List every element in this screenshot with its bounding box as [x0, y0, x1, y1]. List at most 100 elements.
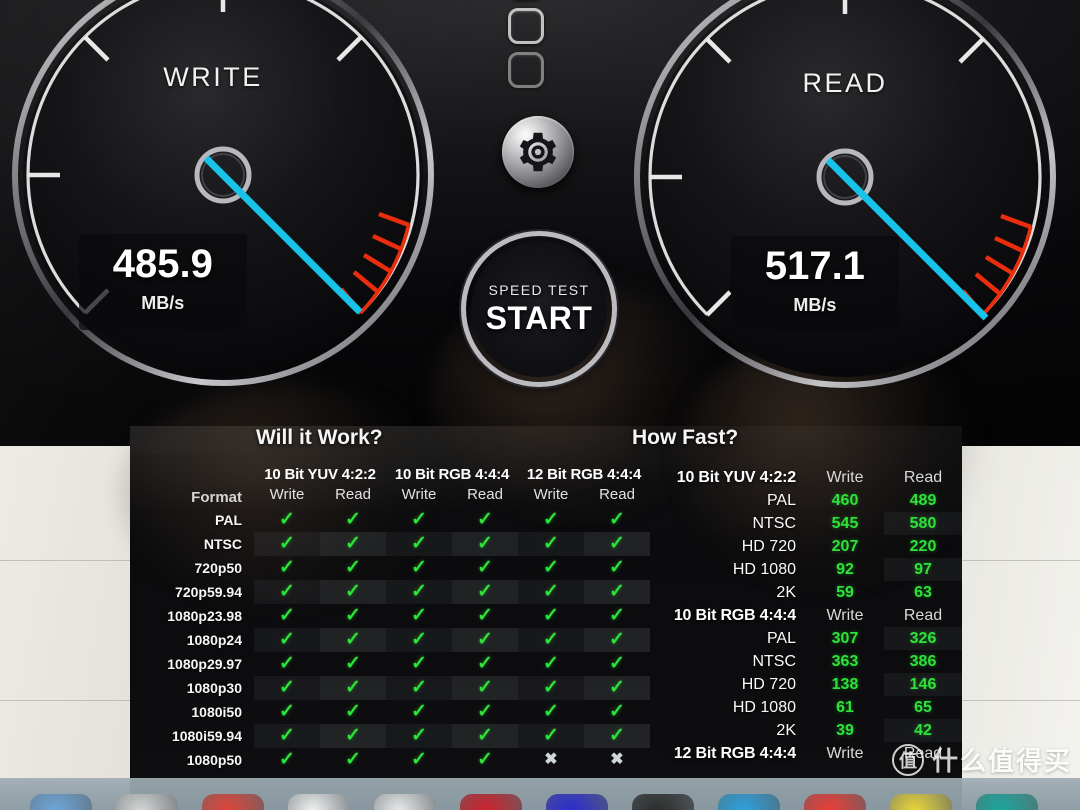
compatibility-table: 10 Bit YUV 4:2:2 10 Bit RGB 4:4:4 12 Bit…: [130, 466, 650, 772]
speeds-format-cell: NTSC: [752, 652, 796, 670]
dock-icon-launchpad[interactable]: [116, 794, 178, 810]
speeds-table-body: 10 Bit YUV 4:2:2 Write Read PAL 460 489 NTSC 54…: [650, 466, 962, 765]
speeds-write-value: 39: [836, 721, 854, 739]
settings-button[interactable]: [502, 116, 574, 188]
speeds-write-value: 61: [836, 698, 854, 716]
speeds-read-value: 580: [884, 512, 962, 535]
speeds-write-header: Write: [826, 744, 864, 762]
speeds-read-header: Read: [903, 468, 943, 486]
write-gauge-graphics: [12, 0, 434, 386]
write-gauge: WRITE 485.9 MB/s: [8, 0, 438, 390]
check-icon: ✓: [477, 509, 493, 530]
speeds-format-cell: NTSC: [752, 514, 796, 532]
start-speed-test-button[interactable]: SPEED TEST START: [466, 236, 612, 382]
check-icon: ✓: [477, 749, 493, 770]
speeds-write-value: 207: [831, 537, 859, 555]
table-row: 1080p24 ✓ ✓ ✓ ✓ ✓ ✓: [130, 628, 650, 652]
check-icon: ✓: [452, 532, 518, 556]
start-button-label: START: [485, 299, 593, 336]
dock-icon-finder[interactable]: [30, 794, 92, 810]
check-icon: ✓: [584, 676, 650, 700]
check-icon: ✓: [477, 605, 493, 626]
check-icon: ✓: [386, 580, 452, 604]
speeds-write-value: 307: [831, 629, 859, 647]
speeds-read-value: 146: [884, 673, 962, 696]
check-icon: ✓: [254, 724, 320, 748]
table-row: HD 1080 92 97: [650, 558, 962, 581]
check-icon: ✓: [584, 628, 650, 652]
macos-dock[interactable]: [0, 778, 1080, 810]
start-button-sublabel: SPEED TEST: [488, 281, 590, 298]
check-icon: ✓: [609, 557, 625, 578]
table-row: HD 1080 61 65: [650, 696, 962, 719]
dock-icon-facetime[interactable]: [632, 794, 694, 810]
table-row: 720p59.94 ✓ ✓ ✓ ✓ ✓ ✓: [130, 580, 650, 604]
speeds-group-label: 10 Bit YUV 4:2:2: [676, 468, 796, 486]
speeds-group-label: 10 Bit RGB 4:4:4: [673, 606, 796, 624]
dock-icon-photos[interactable]: [460, 794, 522, 810]
speeds-read-value: 65: [914, 698, 932, 716]
speeds-format-cell: HD 1080: [732, 698, 796, 716]
dock-icon-disk-speed-test[interactable]: [976, 794, 1038, 810]
table-row: NTSC 545 580: [650, 512, 962, 535]
results-tables: Will it Work? How Fast? 10 Bit YUV 4:2:2…: [130, 426, 962, 810]
compat-subheader-1: Read: [335, 486, 371, 503]
check-icon: ✓: [254, 532, 320, 556]
read-gauge-label: READ: [802, 68, 888, 98]
dock-icon-mail[interactable]: [288, 794, 350, 810]
compat-format-cell: 1080p24: [186, 632, 242, 648]
compat-subheader-4: Write: [533, 486, 569, 503]
compat-table-title: Will it Work?: [256, 426, 383, 449]
table-row: HD 720 138 146: [650, 673, 962, 696]
compat-subheader-2: Write: [401, 486, 437, 503]
check-icon: ✓: [320, 580, 386, 604]
check-icon: ✓: [411, 749, 427, 770]
speeds-write-value: 138: [831, 675, 859, 693]
check-icon: ✓: [452, 724, 518, 748]
check-icon: ✓: [279, 701, 295, 722]
dock-icon-itunes[interactable]: [546, 794, 608, 810]
table-row: PAL ✓ ✓ ✓ ✓ ✓ ✓: [130, 508, 650, 532]
dock-icon-app-store[interactable]: [718, 794, 780, 810]
check-icon: ✓: [254, 580, 320, 604]
dock-icon-preview[interactable]: [804, 794, 866, 810]
dock-icon-contacts[interactable]: [374, 794, 436, 810]
check-icon: ✓: [543, 701, 559, 722]
speeds-format-cell: HD 720: [741, 537, 796, 555]
speeds-write-value: 545: [831, 514, 859, 532]
speeds-read-value: 63: [914, 583, 932, 601]
speeds-write-value: 59: [836, 583, 854, 601]
compat-format-cell: 720p50: [194, 560, 242, 576]
table-row: 1080i50 ✓ ✓ ✓ ✓ ✓ ✓: [130, 700, 650, 724]
speeds-read-value: 42: [884, 719, 962, 742]
compat-format-cell: 1080p50: [186, 752, 242, 768]
read-gauge-graphics: [634, 0, 1056, 388]
check-icon: ✓: [452, 628, 518, 652]
table-row: 1080p30 ✓ ✓ ✓ ✓ ✓ ✓: [130, 676, 650, 700]
write-value: 485.9: [112, 242, 213, 286]
desktop-screen: WRITE 485.9 MB/s READ 517.1 MB/s SPEED T…: [0, 0, 1080, 810]
speeds-write-value: 363: [831, 652, 859, 670]
check-icon: ✓: [279, 653, 295, 674]
check-icon: ✓: [254, 676, 320, 700]
dock-icon-safari[interactable]: [202, 794, 264, 810]
check-icon: ✓: [320, 628, 386, 652]
speeds-group-header-row: 12 Bit RGB 4:4:4 Write Read: [650, 742, 962, 765]
check-icon: ✓: [411, 701, 427, 722]
compat-table-head: 10 Bit YUV 4:2:2 10 Bit RGB 4:4:4 12 Bit…: [130, 466, 650, 508]
check-icon: ✓: [279, 509, 295, 530]
speeds-write-header: Write: [826, 606, 864, 624]
compat-format-cell: 1080p29.97: [167, 656, 242, 672]
check-icon: ✓: [345, 653, 361, 674]
check-icon: ✓: [254, 628, 320, 652]
check-icon: ✓: [345, 701, 361, 722]
compat-subheader-row: Format Write Read Write Read Write Read: [130, 486, 650, 508]
read-value: 517.1: [764, 244, 865, 288]
dock-icon-notes[interactable]: [890, 794, 952, 810]
compat-format-cell: 1080i50: [191, 704, 242, 720]
speeds-write-value: 460: [831, 491, 859, 509]
speeds-format-cell: 2K: [776, 721, 796, 739]
speeds-write-value: 92: [836, 560, 854, 578]
check-icon: ✓: [609, 701, 625, 722]
speeds-table: 10 Bit YUV 4:2:2 Write Read PAL 460 489 NTSC 54…: [650, 466, 962, 765]
